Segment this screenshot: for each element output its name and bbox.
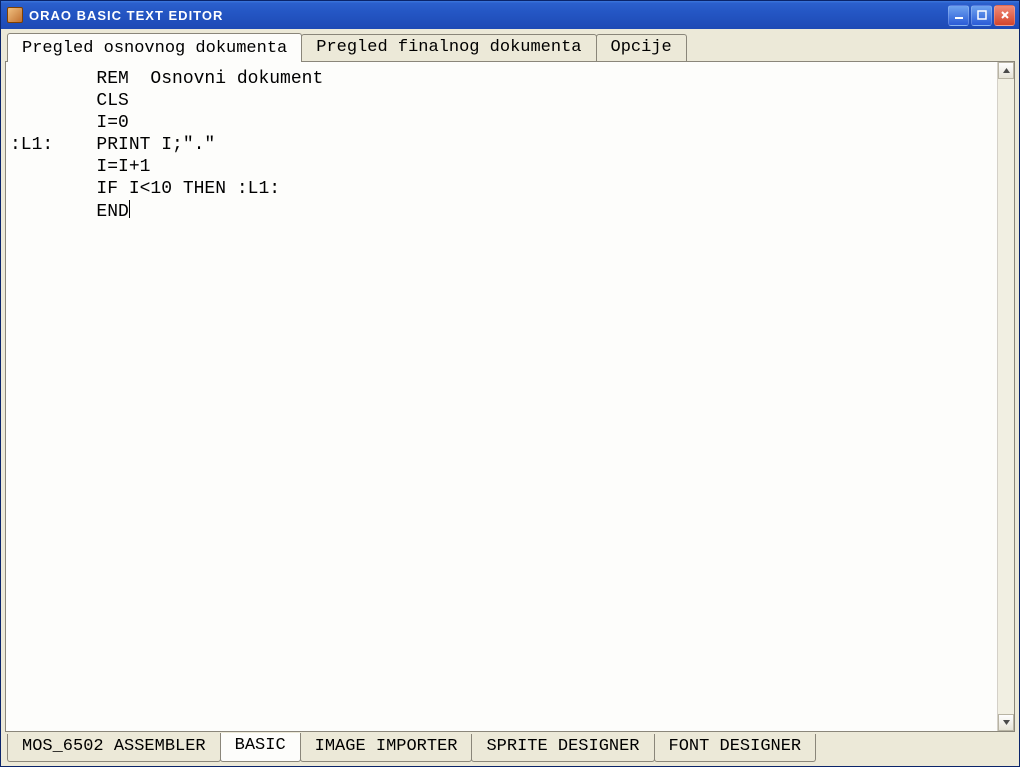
close-button[interactable] xyxy=(994,5,1015,26)
tab-label: FONT DESIGNER xyxy=(669,737,802,756)
maximize-icon xyxy=(977,10,987,20)
window-title: ORAO BASIC TEXT EDITOR xyxy=(29,8,223,23)
editor-pane: REM Osnovni dokument CLS I=0 :L1: PRINT … xyxy=(5,61,1015,732)
tab-label: Opcije xyxy=(611,38,672,57)
minimize-button[interactable] xyxy=(948,5,969,26)
title-bar: ORAO BASIC TEXT EDITOR xyxy=(1,1,1019,29)
tab-label: BASIC xyxy=(235,736,286,755)
tab-opcije[interactable]: Opcije xyxy=(596,34,687,61)
bottom-tab-strip: MOS_6502 ASSEMBLER BASIC IMAGE IMPORTER … xyxy=(5,734,1015,762)
scroll-track[interactable] xyxy=(998,79,1014,714)
tab-pregled-finalnog[interactable]: Pregled finalnog dokumenta xyxy=(301,34,596,61)
tab-label: MOS_6502 ASSEMBLER xyxy=(22,737,206,756)
tab-font-designer[interactable]: FONT DESIGNER xyxy=(654,734,817,762)
code-editor[interactable]: REM Osnovni dokument CLS I=0 :L1: PRINT … xyxy=(6,62,997,731)
app-window: ORAO BASIC TEXT EDITOR Pregled osnovnog … xyxy=(0,0,1020,767)
tab-label: SPRITE DESIGNER xyxy=(486,737,639,756)
tab-label: Pregled osnovnog dokumenta xyxy=(22,39,287,58)
chevron-down-icon xyxy=(1002,718,1011,727)
text-caret xyxy=(129,200,130,218)
chevron-up-icon xyxy=(1002,66,1011,75)
tab-basic[interactable]: BASIC xyxy=(220,733,301,762)
tab-label: IMAGE IMPORTER xyxy=(315,737,458,756)
scroll-down-button[interactable] xyxy=(998,714,1014,731)
app-icon xyxy=(7,7,23,23)
tab-label: Pregled finalnog dokumenta xyxy=(316,38,581,57)
scroll-up-button[interactable] xyxy=(998,62,1014,79)
tab-image-importer[interactable]: IMAGE IMPORTER xyxy=(300,734,473,762)
close-icon xyxy=(1000,10,1010,20)
client-area: Pregled osnovnog dokumenta Pregled final… xyxy=(1,29,1019,766)
minimize-icon xyxy=(954,10,964,20)
top-tab-strip: Pregled osnovnog dokumenta Pregled final… xyxy=(5,33,1015,61)
tab-sprite-designer[interactable]: SPRITE DESIGNER xyxy=(471,734,654,762)
tab-pregled-osnovnog[interactable]: Pregled osnovnog dokumenta xyxy=(7,33,302,62)
vertical-scrollbar[interactable] xyxy=(997,62,1014,731)
tab-mos-6502-assembler[interactable]: MOS_6502 ASSEMBLER xyxy=(7,734,221,762)
maximize-button[interactable] xyxy=(971,5,992,26)
